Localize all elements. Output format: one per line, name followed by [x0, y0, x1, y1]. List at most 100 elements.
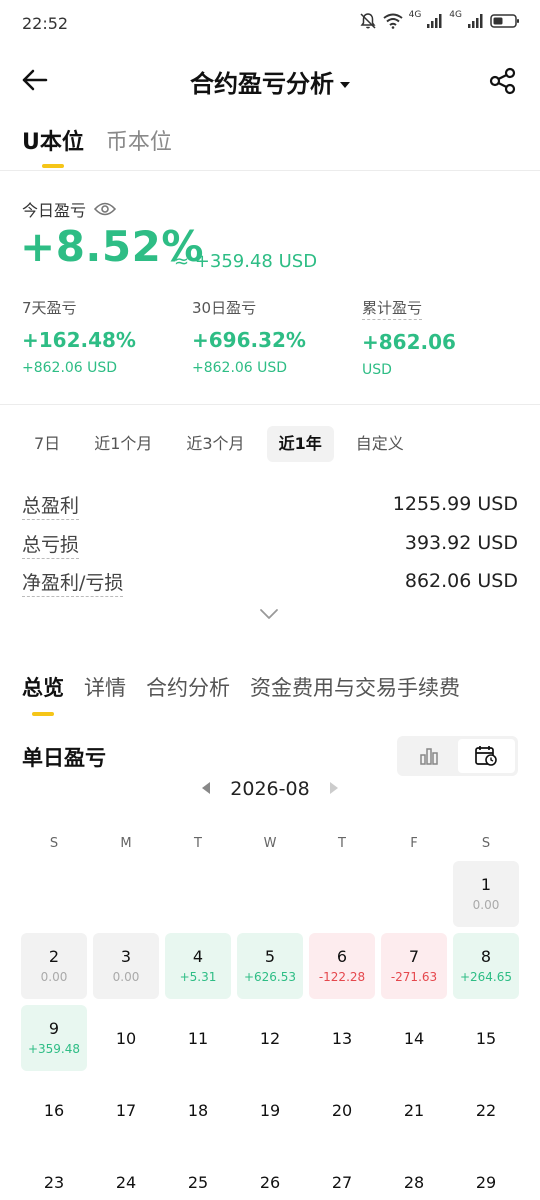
chevron-down-icon[interactable]: [258, 606, 280, 622]
calendar-day[interactable]: 7 -271.63: [378, 930, 450, 1002]
summary-value: 393.92 USD: [404, 532, 518, 554]
calendar-day-pnl: 0.00: [40, 970, 68, 984]
calendar-day[interactable]: 5 +626.53: [234, 930, 306, 1002]
summary-row-total-profit: 总盈利 1255.99 USD: [22, 491, 518, 520]
period-tab-1y[interactable]: 近1年: [266, 426, 334, 462]
calendar-day[interactable]: 17: [90, 1074, 162, 1146]
calendar-day[interactable]: 23: [18, 1146, 90, 1200]
calendar-day-number: 13: [331, 1029, 353, 1048]
calendar-day[interactable]: 25: [162, 1146, 234, 1200]
stat-30d: 30日盈亏 +696.32% +862.06 USD: [192, 297, 352, 376]
calendar-day[interactable]: 16: [18, 1074, 90, 1146]
calendar-day-box: 26: [237, 1149, 303, 1200]
calendar-day-box: 6 -122.28: [309, 933, 375, 999]
calendar-day-pnl: 0.00: [472, 898, 500, 912]
calendar-day-number: 7: [408, 947, 420, 966]
calendar-grid: 1 0.00 2 0.00 3 0.00 4 +5.31 5 +626.53 6 -122.28 7 -2…: [18, 858, 522, 1200]
calendar-day-number: 8: [480, 947, 492, 966]
title-dropdown[interactable]: 合约盈亏分析: [0, 64, 540, 99]
daily-pnl-title: 单日盈亏: [22, 746, 106, 770]
tab-funding-fees[interactable]: 资金费用与交易手续费: [250, 672, 460, 714]
calendar-day-number: 6: [336, 947, 348, 966]
chart-view-button[interactable]: [400, 739, 458, 773]
period-tab-1m[interactable]: 近1个月: [82, 426, 164, 462]
stat-sub-value: +862.06 USD: [22, 360, 118, 376]
period-tab-custom[interactable]: 自定义: [344, 426, 416, 462]
calendar-day[interactable]: 21: [378, 1074, 450, 1146]
calendar-day-box: 8 +264.65: [453, 933, 519, 999]
period-tab-3m[interactable]: 近3个月: [174, 426, 256, 462]
eye-icon[interactable]: [94, 201, 117, 217]
share-button[interactable]: [488, 66, 518, 96]
stat-main-value: +862.06: [362, 330, 456, 354]
battery-icon: [490, 13, 520, 29]
today-pnl-label-row: 今日盈亏: [22, 197, 117, 221]
calendar-day-number: 14: [403, 1029, 425, 1048]
calendar-day-pnl: +359.48: [27, 1042, 81, 1056]
month-label: 2026-08: [230, 778, 310, 800]
bell-off-icon: [359, 12, 377, 30]
calendar-day-number: 17: [115, 1101, 137, 1120]
calendar-day[interactable]: 11: [162, 1002, 234, 1074]
calendar-day[interactable]: 26: [234, 1146, 306, 1200]
calendar-day-box: 4 +5.31: [165, 933, 231, 999]
status-bar: 22:52 4G 4G: [0, 0, 540, 48]
calendar-day-box: 12: [237, 1005, 303, 1071]
summary-label[interactable]: 总盈利: [22, 491, 80, 520]
summary-label[interactable]: 净盈利/亏损: [22, 568, 124, 597]
calendar-day-number: 19: [259, 1101, 281, 1120]
tab-contract-analysis[interactable]: 合约分析: [146, 672, 230, 714]
stat-label: 7天盈亏: [22, 299, 77, 317]
status-icons: 4G 4G: [359, 10, 520, 30]
calendar-day-box: 5 +626.53: [237, 933, 303, 999]
calendar-day[interactable]: 27: [306, 1146, 378, 1200]
weekday-label: S: [481, 836, 491, 851]
calendar-day[interactable]: 20: [306, 1074, 378, 1146]
calendar-day[interactable]: 2 0.00: [18, 930, 90, 1002]
calendar-day[interactable]: 28: [378, 1146, 450, 1200]
weekday-label: T: [194, 836, 202, 851]
tab-overview[interactable]: 总览: [22, 672, 64, 714]
calendar-day[interactable]: 3 0.00: [90, 930, 162, 1002]
calendar-day[interactable]: 6 -122.28: [306, 930, 378, 1002]
calendar-day[interactable]: 8 +264.65: [450, 930, 522, 1002]
calendar-view-button[interactable]: [457, 739, 515, 773]
summary-label[interactable]: 总亏损: [22, 530, 80, 559]
calendar-day[interactable]: 4 +5.31: [162, 930, 234, 1002]
calendar-day[interactable]: 14: [378, 1002, 450, 1074]
calendar-day-box: 16: [21, 1077, 87, 1143]
calendar-day-box: 9 +359.48: [21, 1005, 87, 1071]
stat-sub-value: USD: [362, 362, 392, 378]
tab-details[interactable]: 详情: [84, 672, 126, 714]
view-toggle: [397, 736, 518, 776]
tab-usdt-margined[interactable]: U本位: [22, 124, 84, 166]
stat-7d: 7天盈亏 +162.48% +862.06 USD: [22, 297, 182, 376]
calendar-day-box: 7 -271.63: [381, 933, 447, 999]
calendar-day[interactable]: 15: [450, 1002, 522, 1074]
calendar-day[interactable]: 13: [306, 1002, 378, 1074]
calendar-day[interactable]: 19: [234, 1074, 306, 1146]
calendar-day[interactable]: 29: [450, 1146, 522, 1200]
calendar-day-number: 1: [480, 875, 492, 894]
calendar-day[interactable]: 22: [450, 1074, 522, 1146]
period-tab-7d[interactable]: 7日: [22, 426, 72, 462]
chevron-left-icon[interactable]: [202, 782, 210, 794]
calendar-day-number: 18: [187, 1101, 209, 1120]
weekday-label: M: [120, 836, 132, 851]
chevron-right-icon[interactable]: [330, 782, 338, 794]
tab-coin-margined[interactable]: 币本位: [106, 124, 172, 166]
stat-label[interactable]: 累计盈亏: [362, 297, 423, 320]
calendar-blank: [90, 858, 162, 930]
summary-row-net: 净盈利/亏损 862.06 USD: [22, 568, 518, 597]
calendar-day[interactable]: 1 0.00: [450, 858, 522, 930]
page-title: 合约盈亏分析: [190, 70, 334, 98]
calendar-day[interactable]: 10: [90, 1002, 162, 1074]
section-tabs: 总览 详情 合约分析 资金费用与交易手续费: [22, 672, 460, 714]
calendar-day-box: 20: [309, 1077, 375, 1143]
calendar-day[interactable]: 24: [90, 1146, 162, 1200]
calendar-day[interactable]: 9 +359.48: [18, 1002, 90, 1074]
summary-value: 1255.99 USD: [392, 493, 518, 515]
calendar-day-box: 24: [93, 1149, 159, 1200]
calendar-day[interactable]: 18: [162, 1074, 234, 1146]
calendar-day[interactable]: 12: [234, 1002, 306, 1074]
